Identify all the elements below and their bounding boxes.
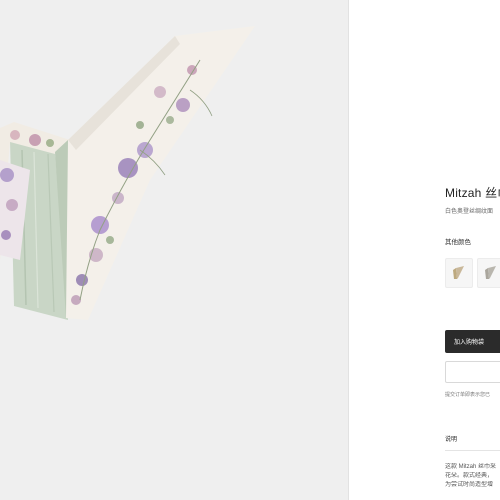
product-title: Mitzah 丝巾 [445, 186, 500, 200]
secondary-action-button[interactable] [445, 361, 500, 383]
product-image-gallery[interactable] [0, 0, 348, 500]
product-page: Mitzah 丝巾 白色奥登丝绸纹面 其他颜色 加入购物袋 提交订单即表示您已 … [0, 0, 500, 500]
order-notice: 提交订单即表示您已 [445, 392, 491, 398]
description-line: 花朵。款式经典， [445, 473, 494, 479]
description-text: 这款 Mitzah 丝巾采 花朵。款式经典， 为尝试时尚造型增 [445, 463, 500, 490]
color-swatch-2[interactable] [477, 258, 500, 288]
scarf-thumbnail-icon [453, 266, 464, 279]
add-to-bag-button[interactable]: 加入购物袋 [445, 330, 500, 353]
description-line: 为尝试时尚造型增 [445, 482, 494, 488]
color-swatch-1[interactable] [445, 258, 473, 288]
description-heading[interactable]: 说明 [445, 434, 457, 443]
scarf-image [0, 26, 255, 320]
scarf-thumbnail-icon [485, 266, 496, 279]
other-colors-label: 其他颜色 [445, 239, 471, 246]
description-line: 这款 Mitzah 丝巾采 [445, 464, 497, 470]
product-subtitle: 白色奥登丝绸纹面 [445, 209, 494, 215]
description-divider [445, 450, 500, 451]
product-details-panel: Mitzah 丝巾 白色奥登丝绸纹面 其他颜色 加入购物袋 提交订单即表示您已 … [349, 0, 500, 500]
scarf-band-diagonal [66, 26, 255, 320]
